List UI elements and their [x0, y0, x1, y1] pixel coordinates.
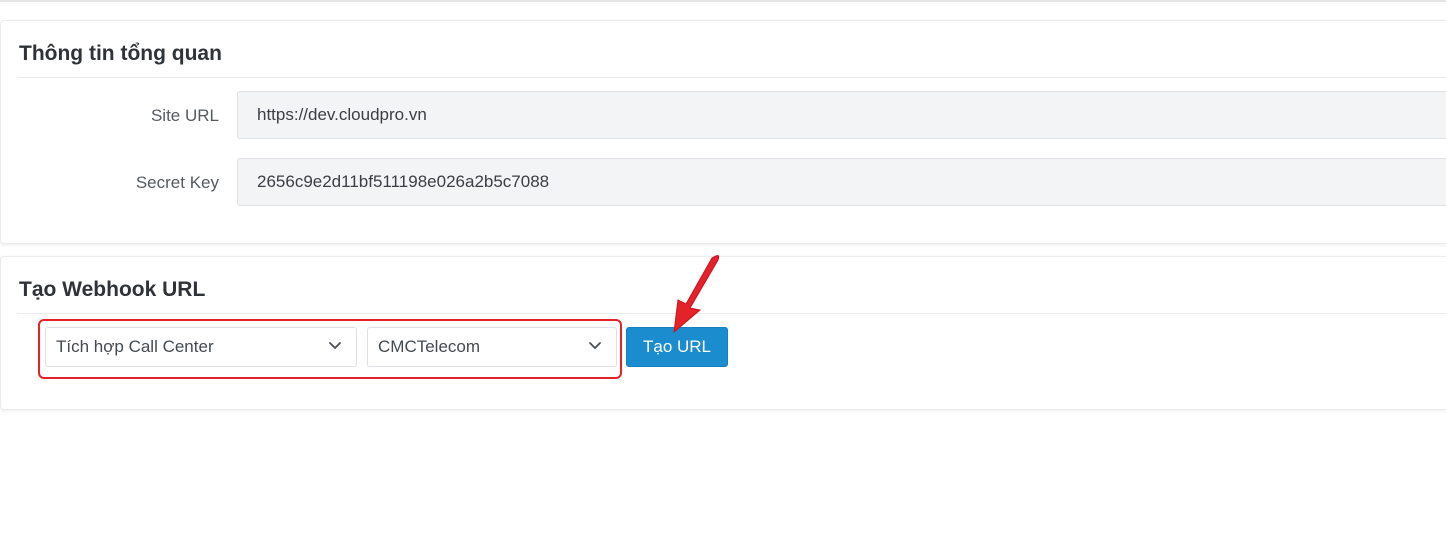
chevron-down-icon: [588, 341, 602, 351]
chevron-down-icon: [328, 341, 342, 351]
integration-type-select[interactable]: Tích hợp Call Center: [45, 327, 357, 367]
site-url-label: Site URL: [150, 106, 219, 125]
integration-type-value: Tích hợp Call Center: [56, 337, 214, 356]
webhook-divider: [17, 313, 1446, 314]
top-divider: [0, 0, 1446, 2]
overview-panel: Thông tin tổng quan Site URL https://dev…: [0, 20, 1446, 244]
webhook-title: Tạo Webhook URL: [19, 278, 206, 301]
red-arrow-icon: [660, 252, 730, 336]
provider-value: CMCTelecom: [378, 337, 481, 356]
site-url-field[interactable]: https://dev.cloudpro.vn: [237, 91, 1446, 139]
overview-divider: [17, 77, 1446, 78]
secret-key-label: Secret Key: [135, 173, 219, 192]
provider-select[interactable]: CMCTelecom: [367, 327, 617, 367]
secret-key-field[interactable]: 2656c9e2d11bf511198e026a2b5c7088: [237, 158, 1446, 206]
overview-title: Thông tin tổng quan: [19, 42, 222, 65]
